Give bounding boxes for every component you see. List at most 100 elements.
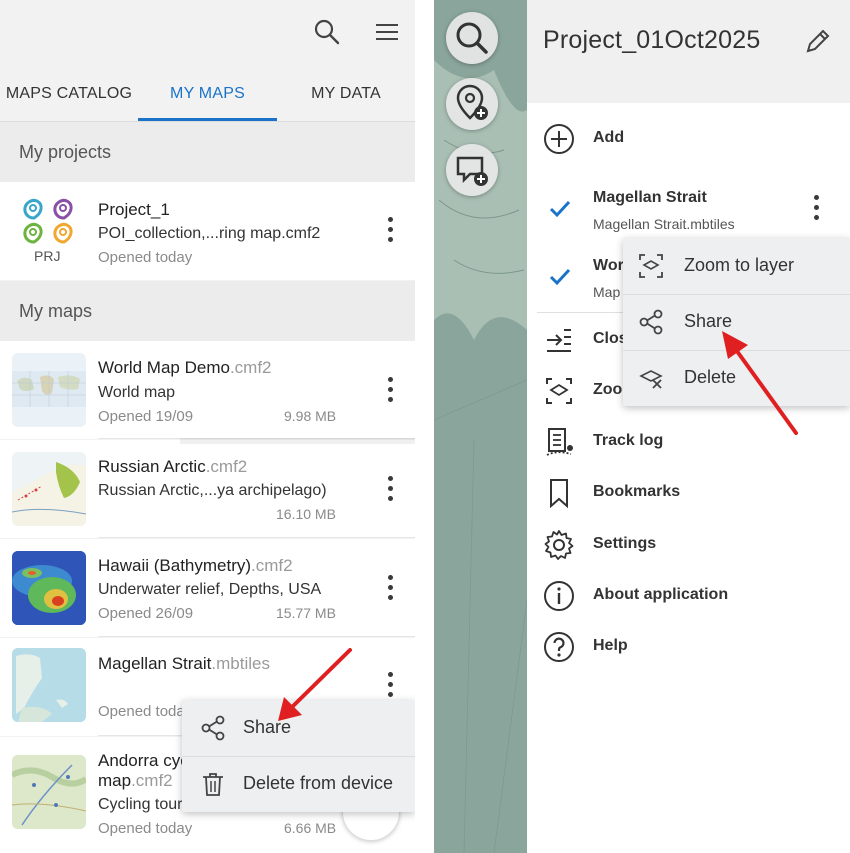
map-title: World Map Demo.cmf2 <box>98 358 272 377</box>
bookmark-icon <box>550 479 568 509</box>
zoom-to-layer-icon <box>639 254 663 278</box>
tab-bar: MAPS CATALOG MY MAPS MY DATA <box>0 66 415 122</box>
left-screen: MAPS CATALOG MY MAPS MY DATA My projects… <box>0 0 415 853</box>
project-files: POI_collection,...ring map.cmf2 <box>98 225 321 242</box>
map-view[interactable] <box>434 0 527 853</box>
share-icon <box>639 309 663 335</box>
project-opened: Opened today <box>98 249 193 266</box>
gear-icon <box>544 530 574 560</box>
map-title: Hawaii (Bathymetry).cmf2 <box>98 556 293 575</box>
menu-label: Help <box>593 637 628 654</box>
map-title-line1: Andorra cyc <box>98 751 189 770</box>
divider <box>98 537 415 538</box>
tab-my-maps[interactable]: MY MAPS <box>138 66 277 122</box>
layer-item[interactable]: Magellan Strait Magellan Strait.mbtiles <box>527 176 850 240</box>
layer-file: Map <box>593 284 621 300</box>
info-icon <box>544 581 574 611</box>
drawer-header: Project_01Oct2025 <box>527 0 850 103</box>
edit-pencil-icon[interactable] <box>803 26 833 56</box>
popup-shadow-fragment <box>180 438 415 444</box>
layer-file: Magellan Strait.mbtiles <box>593 216 735 232</box>
top-app-bar <box>0 0 415 66</box>
divider <box>98 636 415 637</box>
map-item[interactable]: World Map Demo.cmf2 World map Opened 19/… <box>0 341 415 439</box>
search-icon[interactable] <box>313 18 341 46</box>
help-button[interactable]: Help <box>527 621 850 673</box>
add-track-icon <box>456 156 488 186</box>
track-log-icon <box>546 428 573 456</box>
menu-item-zoom-to-layer[interactable]: Zoom to layer <box>623 238 850 294</box>
zoom-extent-icon <box>546 378 572 404</box>
add-track-button[interactable] <box>446 144 498 196</box>
map-more-icon[interactable] <box>382 573 400 603</box>
map-search-button[interactable] <box>446 12 498 64</box>
map-title-line2: map.cmf2 <box>98 771 173 790</box>
project-name: Project_1 <box>98 200 170 219</box>
layer-more-icon[interactable] <box>808 193 826 223</box>
map-opened: Opened today <box>98 820 193 837</box>
trash-icon <box>203 773 223 796</box>
map-description: Cycling tour <box>98 796 183 813</box>
map-opened: Opened 26/09 <box>98 605 194 622</box>
map-item[interactable]: Hawaii (Bathymetry).cmf2 Underwater reli… <box>0 539 415 637</box>
map-size: 16.10 MB <box>276 506 336 522</box>
map-thumbnail <box>12 452 86 526</box>
map-title: Magellan Strait.mbtiles <box>98 654 270 673</box>
tab-maps-catalog[interactable]: MAPS CATALOG <box>0 66 138 122</box>
layer-name: Wor <box>593 257 624 274</box>
menu-item-label: Zoom to layer <box>684 255 795 275</box>
map-thumbnail <box>12 551 86 625</box>
map-size: 9.98 MB <box>284 408 337 424</box>
delete-layer-icon <box>639 370 663 389</box>
right-screen: Project_01Oct2025 Add Magellan Strait Ma… <box>434 0 850 853</box>
menu-label: Settings <box>593 535 657 552</box>
add-waypoint-button[interactable] <box>446 78 498 130</box>
project-icon: PRJ <box>12 192 86 266</box>
map-thumbnail <box>12 648 86 722</box>
section-title: My projects <box>19 142 112 162</box>
close-project-icon <box>547 329 571 352</box>
menu-label: About application <box>593 586 729 603</box>
active-tab-indicator <box>138 118 277 121</box>
menu-label: Bookmarks <box>593 483 681 500</box>
map-thumbnail <box>12 353 86 427</box>
map-description: Russian Arctic,...ya archipelago) <box>98 482 327 499</box>
bookmarks-button[interactable]: Bookmarks <box>527 467 850 519</box>
project-card[interactable]: PRJ Project_1 POI_collection,...ring map… <box>0 182 415 280</box>
map-more-icon[interactable] <box>382 375 400 405</box>
menu-label: Add <box>593 129 625 146</box>
tab-my-data[interactable]: MY DATA <box>277 66 415 122</box>
section-title: My maps <box>19 301 93 321</box>
my-maps-header: My maps <box>0 281 415 341</box>
map-more-icon[interactable] <box>382 670 400 700</box>
settings-button[interactable]: Settings <box>527 519 850 571</box>
map-description: Underwater relief, Depths, USA <box>98 581 322 598</box>
annotation-arrow <box>722 331 798 435</box>
add-button[interactable]: Add <box>527 113 850 165</box>
help-icon <box>544 632 574 662</box>
map-item[interactable]: Russian Arctic.cmf2 Russian Arctic,...ya… <box>0 440 415 538</box>
menu-icon[interactable] <box>373 18 401 46</box>
project-title: Project_01Oct2025 <box>543 26 761 54</box>
share-icon <box>201 715 225 741</box>
annotation-arrow <box>278 648 352 721</box>
menu-item-delete-from-device[interactable]: Delete from device <box>182 756 415 812</box>
map-thumbnail <box>12 755 86 829</box>
map-size: 15.77 MB <box>276 605 336 621</box>
add-waypoint-icon <box>456 84 488 120</box>
map-description: World map <box>98 384 176 401</box>
menu-label: Track log <box>593 432 664 449</box>
project-more-icon[interactable] <box>382 215 400 245</box>
map-size: 6.66 MB <box>284 820 337 836</box>
project-badge: PRJ <box>34 248 61 264</box>
checkmark-icon[interactable] <box>547 196 573 222</box>
map-more-icon[interactable] <box>382 474 400 504</box>
add-circle-icon <box>544 124 574 154</box>
search-icon <box>456 22 488 54</box>
about-button[interactable]: About application <box>527 570 850 622</box>
menu-item-label: Delete from device <box>243 773 394 793</box>
my-projects-header: My projects <box>0 122 415 182</box>
map-title: Russian Arctic.cmf2 <box>98 457 248 476</box>
checkmark-icon[interactable] <box>547 264 573 290</box>
map-opened: Opened 19/09 <box>98 408 194 425</box>
